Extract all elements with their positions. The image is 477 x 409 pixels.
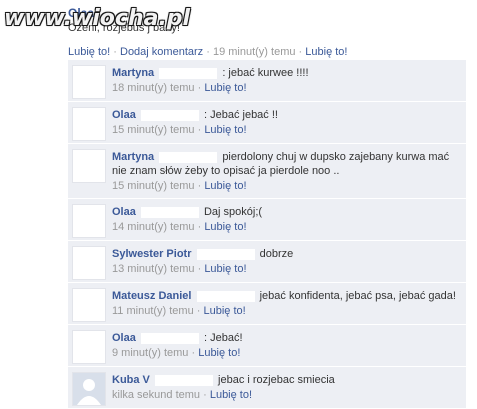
comment-like-link[interactable]: Lubię to! <box>204 82 246 94</box>
avatar[interactable] <box>72 107 106 141</box>
comment-author[interactable]: Olaa <box>112 109 136 121</box>
comment-like-link[interactable]: Lubię to! <box>204 124 246 136</box>
redacted-surname <box>159 67 218 79</box>
redacted-surname <box>140 206 199 218</box>
comment-text: jebać konfidenta, jebać psa, jebać gada! <box>259 290 456 302</box>
separator: · <box>206 46 213 58</box>
comment-author[interactable]: Olaa <box>112 206 136 218</box>
comment-item: Olaa : Jebać! 9 minut(y) temu · Lubię to… <box>68 325 466 367</box>
comment-text: dobrze <box>259 248 294 260</box>
redacted-surname <box>159 151 218 163</box>
comment-like-link[interactable]: Lubię to! <box>204 305 246 317</box>
post-actions: Lubię to! · Dodaj komentarz · 19 minut(y… <box>68 46 347 58</box>
comment-body: Martyna : jebać kurwee !!!! <box>112 66 460 80</box>
redacted-surname <box>140 109 199 121</box>
comment-author[interactable]: Martyna <box>112 67 154 79</box>
comment-like-link[interactable]: Lubię to! <box>204 180 246 192</box>
comment-meta: 9 minut(y) temu · Lubię to! <box>112 347 241 359</box>
redacted-surname <box>154 374 213 386</box>
comment-meta: 15 minut(y) temu · Lubię to! <box>112 180 247 192</box>
comment-like-link[interactable]: Lubię to! <box>198 347 240 359</box>
comment-item: Mateusz Daniel jebać konfidenta, jebać p… <box>68 283 466 325</box>
comment-item: Kuba V jebac i rozjebac smiecia kilka se… <box>68 367 466 409</box>
avatar[interactable] <box>72 149 106 183</box>
comment-body: Mateusz Daniel jebać konfidenta, jebać p… <box>112 289 460 303</box>
comment-text: : Jebać jebać !! <box>203 109 278 121</box>
comment-text: : Jebać! <box>203 332 243 344</box>
comment-author[interactable]: Sylwester Piotr <box>112 248 191 260</box>
post-time: 19 minut(y) temu <box>212 46 296 58</box>
comment-item: Martyna pierdolony chuj w dupsko zajeban… <box>68 144 466 199</box>
redacted-surname <box>196 290 255 302</box>
comment-meta: 18 minut(y) temu · Lubię to! <box>112 82 247 94</box>
comment-like-link[interactable]: Lubię to! <box>204 263 246 275</box>
comment-meta: 15 minut(y) temu · Lubię to! <box>112 124 247 136</box>
avatar[interactable] <box>72 330 106 364</box>
comment-meta: 14 minut(y) temu · Lubię to! <box>112 221 247 233</box>
separator: · <box>113 46 120 58</box>
avatar[interactable] <box>72 204 106 238</box>
comment-text: jebac i rozjebac smiecia <box>218 374 335 386</box>
comment-item: Olaa Daj spokój;( 14 minut(y) temu · Lub… <box>68 199 466 241</box>
comment-meta: 13 minut(y) temu · Lubię to! <box>112 263 247 275</box>
comment-time: 13 minut(y) temu <box>112 263 195 275</box>
comment-time: 14 minut(y) temu <box>112 221 195 233</box>
avatar[interactable] <box>72 372 106 406</box>
comment-time: 15 minut(y) temu <box>112 124 195 136</box>
default-avatar-icon <box>73 373 105 405</box>
comment-body: Olaa : Jebać! <box>112 331 460 345</box>
comment-body: Kuba V jebac i rozjebac smiecia <box>112 373 460 387</box>
comment-time: kilka sekund temu <box>112 389 201 401</box>
redacted-surname <box>140 332 199 344</box>
comment-body: Olaa Daj spokój;( <box>112 205 460 219</box>
post-like-link[interactable]: Lubię to! <box>68 46 110 58</box>
comment-author[interactable]: Martyna <box>112 151 154 163</box>
comment-time: 15 minut(y) temu <box>112 180 195 192</box>
avatar[interactable] <box>72 65 106 99</box>
comment-body: Sylwester Piotr dobrze <box>112 247 460 261</box>
comment-meta: kilka sekund temu · Lubię to! <box>112 389 253 401</box>
comment-meta: 11 minut(y) temu · Lubię to! <box>112 305 246 317</box>
comment-item: Olaa : Jebać jebać !! 15 minut(y) temu ·… <box>68 102 466 144</box>
comment-author[interactable]: Kuba V <box>112 374 150 386</box>
avatar[interactable] <box>72 246 106 280</box>
watermark: www.wiocha.pl <box>4 6 191 31</box>
comment-like-link[interactable]: Lubię to! <box>204 221 246 233</box>
add-comment-link[interactable]: Dodaj komentarz <box>120 46 203 58</box>
comment-time: 18 minut(y) temu <box>112 82 195 94</box>
comment-time: 9 minut(y) temu <box>112 347 189 359</box>
comment-text: Daj spokój;( <box>203 206 263 218</box>
post-like-link-2[interactable]: Lubię to! <box>305 46 347 58</box>
comment-like-link[interactable]: Lubię to! <box>210 389 252 401</box>
comment-author[interactable]: Mateusz Daniel <box>112 290 191 302</box>
comment-body: Olaa : Jebać jebać !! <box>112 108 460 122</box>
comment-list: Martyna : jebać kurwee !!!! 18 minut(y) … <box>68 60 466 409</box>
comment-author[interactable]: Olaa <box>112 332 136 344</box>
comment-body: Martyna pierdolony chuj w dupsko zajeban… <box>112 150 460 178</box>
comment-item: Sylwester Piotr dobrze 13 minut(y) temu … <box>68 241 466 283</box>
comment-text: : jebać kurwee !!!! <box>222 67 309 79</box>
comment-item: Martyna : jebać kurwee !!!! 18 minut(y) … <box>68 60 466 102</box>
comment-time: 11 minut(y) temu <box>112 305 194 317</box>
redacted-surname <box>196 248 255 260</box>
avatar[interactable] <box>72 288 106 322</box>
